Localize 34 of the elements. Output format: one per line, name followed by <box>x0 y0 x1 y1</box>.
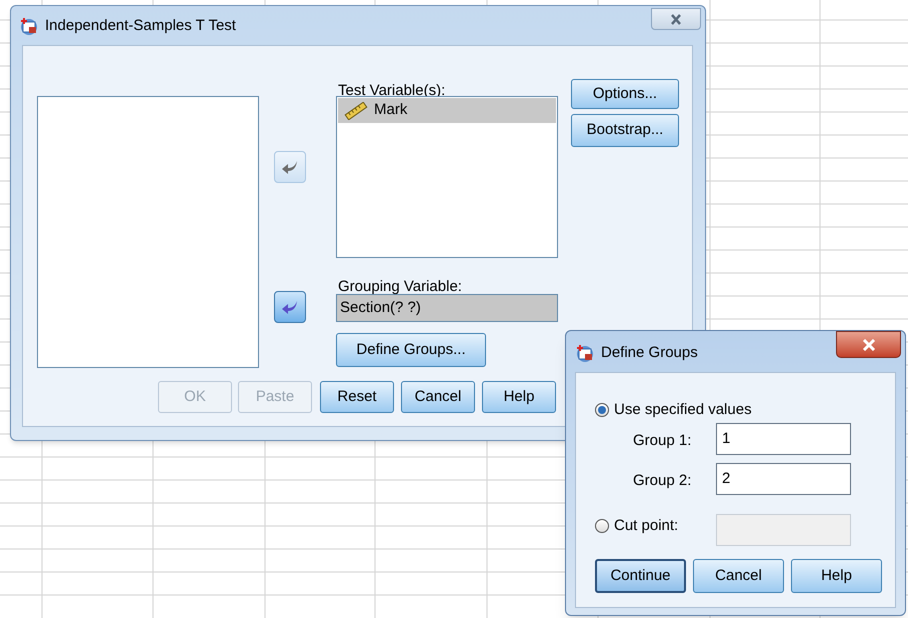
app-icon <box>19 16 39 36</box>
close-button[interactable] <box>651 8 701 30</box>
field-label: Group 2: <box>633 471 692 491</box>
radio-option[interactable]: Cut point: <box>595 515 678 538</box>
dialog-button[interactable]: Reset <box>320 381 394 413</box>
close-icon <box>670 14 682 24</box>
dialog-button[interactable]: Define Groups... <box>336 333 486 367</box>
radio-button[interactable] <box>595 519 609 534</box>
close-icon <box>862 338 876 350</box>
close-button[interactable] <box>836 331 901 358</box>
dialog-button[interactable]: Options... <box>571 79 679 109</box>
dialog-button[interactable]: Help <box>791 559 882 593</box>
dialog-button[interactable]: Bootstrap... <box>571 114 679 147</box>
arrow-icon <box>281 300 299 314</box>
grouping-variable-field[interactable]: Section(? ?) <box>336 294 558 322</box>
app-icon <box>575 343 595 364</box>
cut-point-field[interactable] <box>716 514 851 546</box>
dialog-button[interactable]: Cancel <box>693 559 784 593</box>
window-title: Define Groups <box>601 343 698 363</box>
field-label: Group 1: <box>633 431 692 451</box>
window-title: Independent-Samples T Test <box>45 16 236 36</box>
group-value-field[interactable]: 2 <box>716 463 851 495</box>
arrow-icon <box>281 160 299 174</box>
radio-option[interactable]: Use specified values <box>595 399 752 422</box>
test-variable-list[interactable]: Mark <box>336 96 558 258</box>
list-item[interactable]: Mark <box>338 98 556 123</box>
move-arrow-button[interactable] <box>274 291 306 323</box>
list-item-text: Mark <box>374 100 408 120</box>
dialog-button[interactable]: Continue <box>595 559 686 593</box>
group-value-field[interactable]: 1 <box>716 423 851 455</box>
radio-button[interactable] <box>595 403 609 418</box>
dialog-button[interactable]: Cancel <box>401 381 475 413</box>
field-label: Grouping Variable: <box>338 277 462 297</box>
dialog-button[interactable]: Help <box>482 381 556 413</box>
